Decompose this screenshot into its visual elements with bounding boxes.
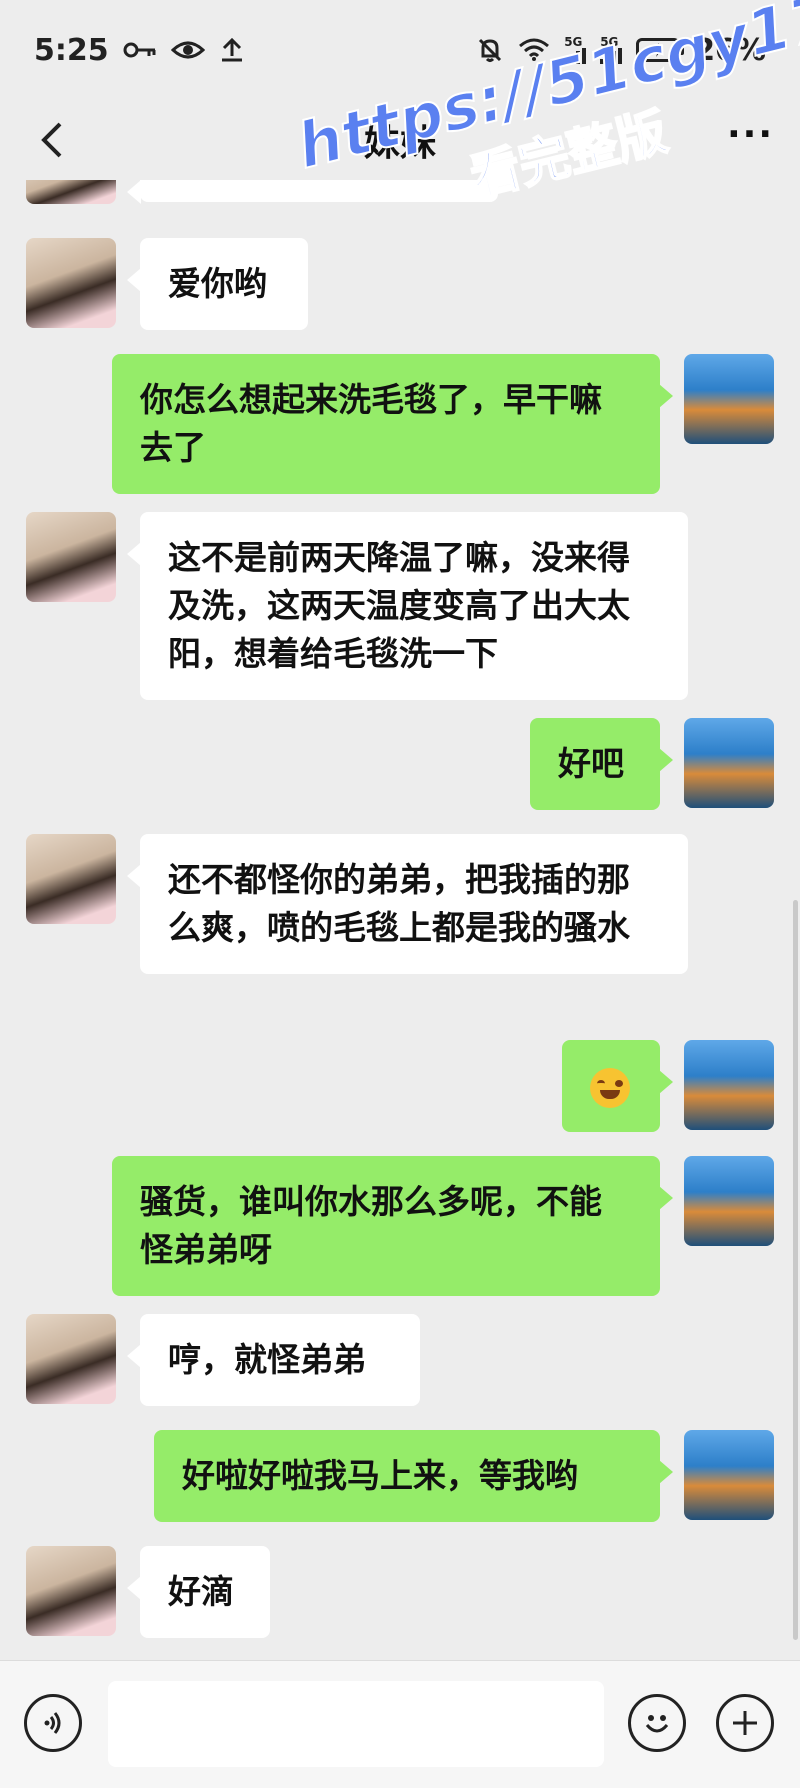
key-icon	[123, 40, 157, 60]
status-bar: 5:25 5G 5G 26%	[0, 0, 800, 100]
girl-avatar[interactable]	[26, 238, 116, 328]
more-options-button[interactable]: ···	[727, 114, 774, 155]
message-bubble[interactable]: 哼，就怪弟弟	[127, 1314, 420, 1406]
message-bubble[interactable]	[562, 1040, 673, 1132]
message-bubble[interactable]: 你怎么想起来洗毛毯了，早干嘛去了	[112, 354, 673, 494]
message-bubble[interactable]: 好吧	[530, 718, 673, 810]
cat-avatar[interactable]	[684, 718, 774, 808]
input-bar	[0, 1660, 800, 1788]
laughing-tears-emoji	[590, 1067, 630, 1108]
cat-avatar[interactable]	[684, 1156, 774, 1246]
cat-avatar[interactable]	[684, 1430, 774, 1520]
chat-header: 妹妹 ···	[0, 100, 800, 180]
message-bubble-partial	[127, 180, 498, 204]
signal-bars	[600, 48, 623, 64]
status-right: 5G 5G 26%	[476, 33, 766, 68]
network-type-label: 5G	[600, 35, 619, 49]
plus-button[interactable]	[716, 1694, 774, 1752]
plus-icon	[733, 1711, 757, 1735]
battery-charging-icon	[636, 38, 685, 62]
eye-icon	[170, 39, 205, 61]
girl-avatar[interactable]	[26, 1546, 116, 1636]
message-bubble[interactable]: 爱你哟	[127, 238, 308, 330]
girl-avatar[interactable]	[26, 180, 116, 204]
chat-message-list[interactable]: 爱你哟 你怎么想起来洗毛毯了，早干嘛去了 这不是前两天降温了嘛，没来得及洗，这两…	[0, 180, 800, 1660]
status-left: 5:25	[34, 33, 245, 68]
voice-button[interactable]	[24, 1694, 82, 1752]
emoji-button[interactable]	[628, 1694, 686, 1752]
status-time: 5:25	[34, 32, 109, 68]
upload-arrow-icon	[219, 37, 245, 63]
cat-avatar[interactable]	[684, 354, 774, 444]
scrollbar[interactable]	[793, 900, 798, 1640]
battery-percent: 26%	[694, 32, 766, 68]
message-bubble[interactable]: 这不是前两天降温了嘛，没来得及洗，这两天温度变高了出大太阳，想着给毛毯洗一下	[127, 512, 688, 700]
message-bubble[interactable]: 还不都怪你的弟弟，把我插的那么爽，喷的毛毯上都是我的骚水	[127, 834, 688, 974]
wifi-icon	[518, 38, 550, 62]
signal-bars	[564, 48, 587, 64]
message-bubble[interactable]: 好滴	[127, 1546, 270, 1638]
message-bubble[interactable]: 好啦好啦我马上来，等我哟	[154, 1430, 673, 1522]
message-input[interactable]	[108, 1681, 604, 1767]
cat-avatar[interactable]	[684, 1040, 774, 1130]
girl-avatar[interactable]	[26, 512, 116, 602]
mute-bell-icon	[476, 36, 504, 64]
message-bubble[interactable]: 骚货，谁叫你水那么多呢，不能怪弟弟呀	[112, 1156, 673, 1296]
signal-icon: 5G	[600, 35, 623, 64]
voice-icon	[44, 1712, 61, 1734]
smiley-icon	[645, 1715, 669, 1733]
network-type-label: 5G	[564, 35, 583, 49]
girl-avatar[interactable]	[26, 834, 116, 924]
girl-avatar[interactable]	[26, 1314, 116, 1404]
chat-title: 妹妹	[363, 123, 436, 164]
signal-icon: 5G	[564, 35, 587, 64]
